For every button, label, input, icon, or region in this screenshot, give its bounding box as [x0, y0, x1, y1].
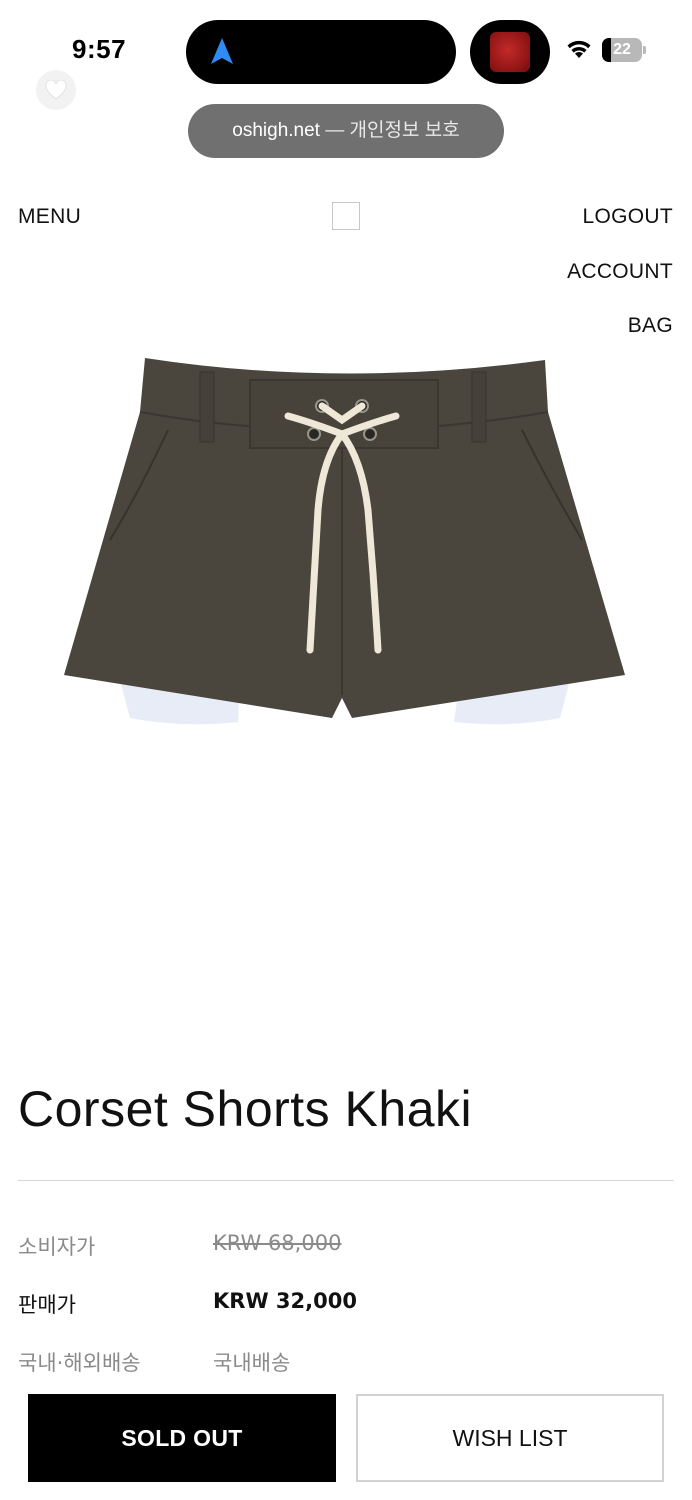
retail-price-label: 소비자가	[18, 1235, 96, 1259]
status-time: 9:57	[72, 34, 127, 64]
site-logo[interactable]	[332, 202, 360, 230]
url-domain: oshigh.net	[232, 120, 320, 141]
bag-link[interactable]: BAG	[628, 314, 673, 338]
dynamic-island[interactable]	[186, 20, 456, 84]
wifi-icon	[567, 40, 591, 58]
shipping-value: 국내배송	[213, 1351, 291, 1375]
now-playing-island[interactable]	[470, 20, 550, 84]
shipping-label: 국내·해외배송	[18, 1351, 141, 1375]
sale-price-value: KRW 32,000	[213, 1289, 357, 1313]
favorite-button[interactable]	[36, 70, 76, 110]
status-bar: 9:57 22	[0, 0, 692, 100]
sale-price-label: 판매가	[18, 1293, 76, 1317]
divider	[18, 1180, 674, 1181]
battery-icon: 22	[602, 38, 646, 62]
wish-list-button[interactable]: WISH LIST	[356, 1394, 664, 1482]
account-link[interactable]: ACCOUNT	[567, 260, 673, 284]
product-image[interactable]	[60, 350, 632, 740]
url-privacy-label: — 개인정보 보호	[325, 120, 460, 141]
retail-price-value: KRW 68,000	[213, 1231, 342, 1255]
heart-icon	[45, 80, 67, 100]
battery-level: 22	[613, 41, 631, 58]
menu-link[interactable]: MENU	[18, 205, 81, 229]
url-bar[interactable]: oshigh.net — 개인정보 보호	[188, 104, 504, 158]
sold-out-button[interactable]: SOLD OUT	[28, 1394, 336, 1482]
product-title: Corset Shorts Khaki	[18, 1081, 473, 1137]
album-art-icon	[490, 32, 530, 72]
navigation-arrow-icon	[211, 38, 233, 64]
logout-link[interactable]: LOGOUT	[583, 205, 673, 229]
